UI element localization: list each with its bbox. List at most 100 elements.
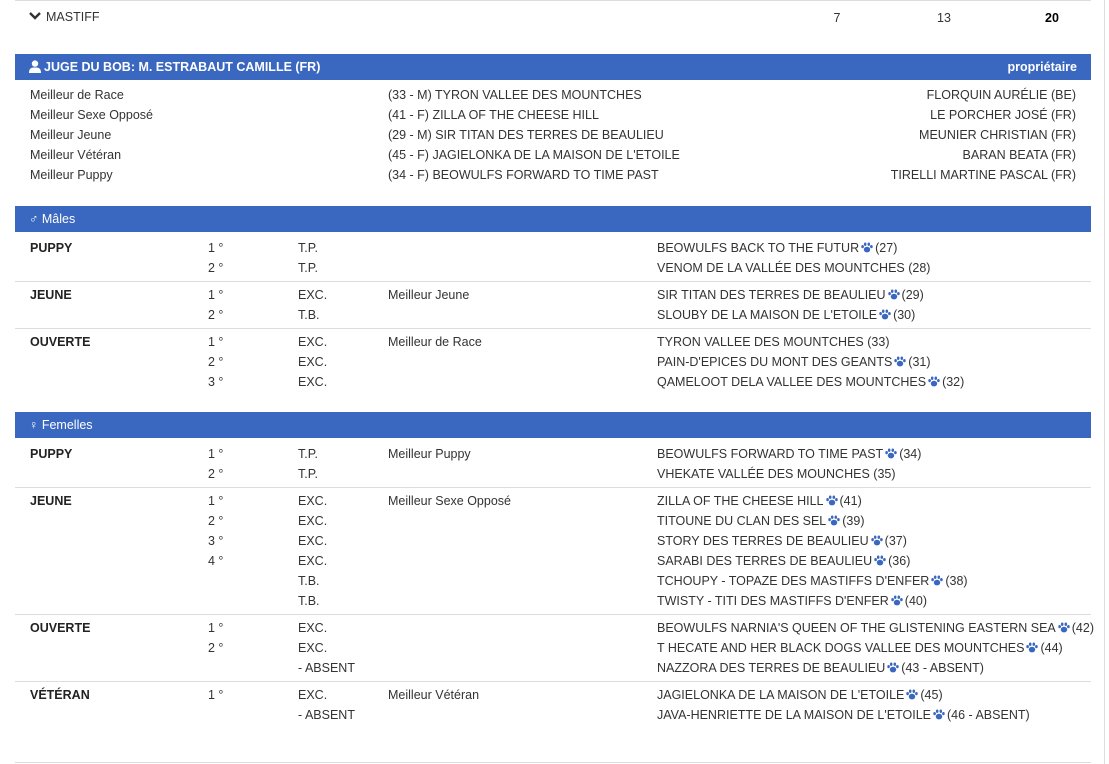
dog-entry[interactable]: VHEKATE VALLÉE DES MOUNCHES (35)	[657, 467, 896, 481]
best-award-row: Meilleur Sexe Opposé (41 - F) ZILLA OF TH…	[15, 106, 1091, 126]
best-award-dog: (33 - M) TYRON VALLEE DES MOUNTCHES	[388, 88, 642, 102]
catalog-number: (43 - ABSENT)	[901, 661, 984, 675]
dog-entry[interactable]: BEOWULFS BACK TO THE FUTUR (27)	[657, 241, 897, 255]
qualification: EXC.	[298, 494, 328, 508]
dog-name[interactable]: T HECATE AND HER BLACK DOGS VALLEE DES M…	[657, 641, 1024, 655]
best-award-owner: TIRELLI MARTINE PASCAL (FR)	[890, 168, 1076, 182]
qualification: T.B.	[298, 574, 320, 588]
dog-name[interactable]: TYRON VALLEE DES MOUNTCHES	[657, 335, 864, 349]
rank-value: 2 °	[208, 514, 224, 528]
dog-entry[interactable]: TYRON VALLEE DES MOUNTCHES (33)	[657, 335, 889, 349]
rank-value: 3 °	[208, 375, 224, 389]
dog-name[interactable]: NAZZORA DES TERRES DE BEAULIEU	[657, 661, 885, 675]
dog-name[interactable]: VENOM DE LA VALLÉE DES MOUNTCHES	[657, 261, 905, 275]
dog-name[interactable]: TCHOUPY - TOPAZE DES MASTIFFS D'ENFER	[657, 574, 929, 588]
dog-name[interactable]: TITOUNE DU CLAN DES SEL	[657, 514, 826, 528]
dog-entry[interactable]: QAMELOOT DELA VALLEE DES MOUNTCHES (32)	[657, 375, 964, 389]
dog-name[interactable]: TWISTY - TITI DES MASTIFFS D'ENFER	[657, 594, 889, 608]
catalog-number: (33)	[867, 335, 890, 349]
chevron-down-icon[interactable]	[29, 10, 41, 22]
dog-name[interactable]: SARABI DES TERRES DE BEAULIEU	[657, 554, 872, 568]
rank-value: 2 °	[208, 261, 224, 275]
class-name: OUVERTE	[30, 335, 91, 349]
catalog-number: (32)	[942, 375, 965, 389]
best-award-dog: (29 - M) SIR TITAN DES TERRES DE BEAULIE…	[388, 128, 664, 142]
dog-entry[interactable]: TCHOUPY - TOPAZE DES MASTIFFS D'ENFER (38…	[657, 574, 968, 588]
qualification: EXC.	[298, 335, 328, 349]
rank-value: 1 °	[208, 288, 224, 302]
dog-entry[interactable]: T HECATE AND HER BLACK DOGS VALLEE DES M…	[657, 641, 1063, 655]
dog-entry[interactable]: PAIN-D'EPICES DU MONT DES GEANTS (31)	[657, 355, 931, 369]
dog-name[interactable]: VHEKATE VALLÉE DES MOUNCHES	[657, 467, 870, 481]
dog-entry[interactable]: JAGIELONKA DE LA MAISON DE L'ETOILE (45)	[657, 688, 943, 702]
dog-entry[interactable]: SARABI DES TERRES DE BEAULIEU (36)	[657, 554, 910, 568]
dog-name[interactable]: PAIN-D'EPICES DU MONT DES GEANTS	[657, 355, 892, 369]
bottom-divider	[15, 762, 1091, 763]
qualification: T.P.	[298, 447, 318, 461]
paw-icon	[885, 448, 897, 459]
dog-name[interactable]: BEOWULFS NARNIA'S QUEEN OF THE GLISTENIN…	[657, 621, 1056, 635]
rank-value: 1 °	[208, 688, 224, 702]
dog-name[interactable]: SIR TITAN DES TERRES DE BEAULIEU	[657, 288, 886, 302]
dog-entry[interactable]: VENOM DE LA VALLÉE DES MOUNTCHES (28)	[657, 261, 930, 275]
females-header: ♀ Femelles	[15, 412, 1091, 438]
scrollbar-edge	[1104, 0, 1105, 764]
catalog-number: (28)	[908, 261, 931, 275]
rank-value: 2 °	[208, 641, 224, 655]
dog-name[interactable]: ZILLA OF THE CHEESE HILL	[657, 494, 824, 508]
catalog-number: (34)	[899, 447, 922, 461]
dog-entry[interactable]: STORY DES TERRES DE BEAULIEU (37)	[657, 534, 907, 548]
breed-row[interactable]: MASTIFF 7 13 20	[15, 8, 1091, 28]
dog-entry[interactable]: ZILLA OF THE CHEESE HILL (41)	[657, 494, 862, 508]
breed-count-b: 13	[937, 11, 951, 25]
best-award-dog: (41 - F) ZILLA OF THE CHEESE HILL	[388, 108, 599, 122]
best-award-owner: MEUNIER CHRISTIAN (FR)	[919, 128, 1076, 142]
rank-value: 2 °	[208, 467, 224, 481]
award-label: Meilleur Jeune	[388, 288, 470, 302]
best-award-label: Meilleur de Race	[30, 88, 124, 102]
rank-value: 2 °	[208, 355, 224, 369]
best-award-label: Meilleur Jeune	[30, 128, 112, 142]
dog-name[interactable]: STORY DES TERRES DE BEAULIEU	[657, 534, 869, 548]
males-header: ♂ Mâles	[15, 206, 1091, 232]
dog-entry[interactable]: BEOWULFS FORWARD TO TIME PAST (34)	[657, 447, 921, 461]
catalog-number: (30)	[893, 308, 916, 322]
dog-name[interactable]: JAVA-HENRIETTE DE LA MAISON DE L'ETOILE	[657, 708, 931, 722]
males-title: ♂ Mâles	[29, 212, 76, 226]
dog-entry[interactable]: NAZZORA DES TERRES DE BEAULIEU (43 - ABSE…	[657, 661, 984, 675]
dog-entry[interactable]: TWISTY - TITI DES MASTIFFS D'ENFER (40)	[657, 594, 927, 608]
judge-title-wrap: JUGE DU BOB: M. ESTRABAUT CAMILLE (FR)	[29, 60, 320, 74]
dog-name[interactable]: BEOWULFS FORWARD TO TIME PAST	[657, 447, 883, 461]
qualification: T.P.	[298, 261, 318, 275]
best-award-owner: BARAN BEATA (FR)	[962, 148, 1076, 162]
catalog-number: (45)	[920, 688, 943, 702]
paw-icon	[828, 515, 840, 526]
dog-name[interactable]: JAGIELONKA DE LA MAISON DE L'ETOILE	[657, 688, 904, 702]
best-award-dog: (45 - F) JAGIELONKA DE LA MAISON DE L'ET…	[388, 148, 680, 162]
dog-entry[interactable]: SLOUBY DE LA MAISON DE L'ETOILE (30)	[657, 308, 915, 322]
qualification: EXC.	[298, 534, 328, 548]
best-award-owner: LE PORCHER JOSÉ (FR)	[930, 108, 1076, 122]
rank-value: 3 °	[208, 534, 224, 548]
catalog-number: (40)	[904, 594, 928, 608]
catalog-number: (46 - ABSENT)	[946, 708, 1030, 722]
qualification: - ABSENT	[298, 661, 355, 675]
dog-name[interactable]: SLOUBY DE LA MAISON DE L'ETOILE	[657, 308, 877, 322]
dog-name[interactable]: BEOWULFS BACK TO THE FUTUR	[657, 241, 859, 255]
paw-icon	[931, 575, 944, 586]
qualification: EXC.	[298, 514, 328, 528]
paw-icon	[870, 535, 883, 546]
best-award-row: Meilleur Vétéran (45 - F) JAGIELONKA DE L…	[15, 146, 1091, 166]
dog-entry[interactable]: SIR TITAN DES TERRES DE BEAULIEU (29)	[657, 288, 924, 302]
dog-name[interactable]: QAMELOOT DELA VALLEE DES MOUNTCHES	[657, 375, 926, 389]
catalog-number: (27)	[875, 241, 898, 255]
qualification: EXC.	[298, 621, 328, 635]
paw-icon	[891, 595, 903, 606]
dog-entry[interactable]: BEOWULFS NARNIA'S QUEEN OF THE GLISTENIN…	[657, 621, 1094, 635]
class-name: OUVERTE	[30, 621, 91, 635]
qualification: - ABSENT	[298, 708, 355, 722]
dog-entry[interactable]: JAVA-HENRIETTE DE LA MAISON DE L'ETOILE (…	[657, 708, 1030, 722]
group-divider	[15, 681, 1091, 682]
dog-entry[interactable]: TITOUNE DU CLAN DES SEL (39)	[657, 514, 865, 528]
qualification: EXC.	[298, 288, 328, 302]
